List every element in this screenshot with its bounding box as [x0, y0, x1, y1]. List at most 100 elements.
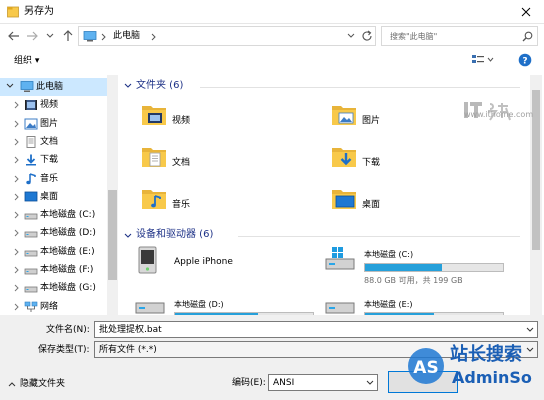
- sidebar-item[interactable]: 桌面: [0, 188, 118, 206]
- title-bar: 另存为: [0, 0, 544, 24]
- adminso-watermark: AS 站长搜索 AdminSo: [406, 336, 544, 400]
- sidebar-item[interactable]: 文档: [0, 133, 118, 151]
- device-item[interactable]: 本地磁盘 (C:) 88.0 GB 可用，共 199 GB: [324, 245, 514, 291]
- network-icon: [24, 301, 38, 313]
- chevron-right-icon[interactable]: [14, 211, 19, 219]
- adminso-logo: AS: [406, 346, 446, 386]
- drive-icon: [24, 227, 38, 239]
- devices-group-header[interactable]: 设备和驱动器 (6): [136, 228, 213, 242]
- chevron-right-icon[interactable]: [14, 138, 19, 146]
- chevron-up-icon: [8, 381, 16, 387]
- desktop-folder-icon: [330, 185, 358, 213]
- folder-label: 下载: [362, 158, 381, 168]
- sidebar-item-label: 网络: [40, 301, 59, 312]
- folder-label: 音乐: [172, 200, 191, 210]
- search-placeholder: 搜索"此电脑": [390, 32, 438, 41]
- content-scrollbar-thumb[interactable]: [532, 90, 540, 250]
- nav-scrollbar-thumb[interactable]: [108, 190, 117, 280]
- sidebar-item[interactable]: 本地磁盘 (G:): [0, 279, 118, 297]
- adminso-text-en: AdminSo: [452, 368, 532, 387]
- sidebar-item[interactable]: 图片: [0, 115, 118, 133]
- view-options-icon[interactable]: [472, 54, 494, 66]
- refresh-icon[interactable]: [361, 30, 373, 42]
- chevron-right-icon[interactable]: [14, 266, 19, 274]
- chevron-right-icon[interactable]: [14, 303, 19, 311]
- svg-text:AS: AS: [413, 358, 438, 378]
- video-folder-icon: [140, 101, 168, 129]
- address-dropdown-icon[interactable]: [347, 33, 355, 39]
- sidebar-item[interactable]: 视频: [0, 96, 118, 114]
- folder-item[interactable]: 视频: [140, 101, 320, 141]
- sidebar-item[interactable]: 本地磁盘 (E:): [0, 243, 118, 261]
- sidebar-item-label: 桌面: [40, 191, 59, 202]
- sidebar-item[interactable]: 此电脑: [0, 78, 118, 96]
- forward-button[interactable]: [24, 27, 40, 45]
- pictures-folder-icon: [24, 118, 38, 130]
- filename-label: 文件名(N):: [46, 325, 90, 335]
- organize-button[interactable]: 组织 ▾: [14, 55, 39, 67]
- device-item[interactable]: 本地磁盘 (E:): [324, 291, 514, 315]
- group-divider: [200, 87, 520, 88]
- group-collapse-chevron-icon[interactable]: [124, 233, 132, 239]
- folders-group-header[interactable]: 文件夹 (6): [136, 79, 183, 93]
- sidebar-item-label: 本地磁盘 (G:): [40, 283, 96, 294]
- toolbar: 组织 ▾ ?: [0, 48, 544, 74]
- sidebar-item[interactable]: 音乐: [0, 170, 118, 188]
- sidebar-item[interactable]: 下载: [0, 151, 118, 169]
- folder-item[interactable]: 文档: [140, 143, 320, 183]
- breadcrumb[interactable]: 此电脑: [113, 30, 140, 42]
- close-button[interactable]: [514, 2, 538, 22]
- encoding-select[interactable]: ANSI: [268, 374, 378, 391]
- address-row: 此电脑 搜索"此电脑": [0, 24, 544, 48]
- chevron-down-icon[interactable]: [526, 327, 534, 333]
- encoding-label: 编码(E):: [232, 378, 266, 388]
- chevron-right-icon[interactable]: [14, 248, 19, 256]
- chevron-right-icon[interactable]: [14, 101, 19, 109]
- sidebar-item[interactable]: 本地磁盘 (D:): [0, 224, 118, 242]
- device-item[interactable]: 本地磁盘 (D:): [134, 291, 324, 315]
- drive-icon: [24, 282, 38, 294]
- address-bar[interactable]: 此电脑: [78, 26, 376, 46]
- up-button[interactable]: [60, 27, 76, 45]
- filename-value: 批处理提权.bat: [99, 325, 162, 335]
- chevron-down-icon[interactable]: [366, 380, 374, 386]
- system-drive-icon: [324, 245, 356, 273]
- device-item[interactable]: Apple iPhone: [134, 245, 324, 291]
- folder-label: 图片: [362, 116, 381, 126]
- chevron-right-icon[interactable]: [14, 193, 19, 201]
- breadcrumb-chevron-icon[interactable]: [101, 33, 106, 41]
- save-as-icon: [7, 6, 19, 18]
- sidebar-item[interactable]: 网络: [0, 298, 118, 315]
- search-input[interactable]: 搜索"此电脑": [381, 26, 538, 46]
- back-button[interactable]: [6, 27, 22, 45]
- chevron-right-icon[interactable]: [14, 284, 19, 292]
- help-icon[interactable]: ?: [518, 53, 532, 67]
- folder-item[interactable]: 下载: [330, 143, 510, 183]
- free-space-text: 88.0 GB 可用，共 199 GB: [364, 276, 463, 285]
- filetype-value: 所有文件 (*.*): [99, 345, 157, 355]
- chevron-right-icon[interactable]: [14, 175, 19, 183]
- chevron-down-icon[interactable]: [6, 83, 14, 89]
- breadcrumb-chevron-icon[interactable]: [151, 33, 156, 41]
- search-icon[interactable]: [522, 31, 533, 42]
- group-collapse-chevron-icon[interactable]: [124, 83, 132, 89]
- sidebar-item[interactable]: 本地磁盘 (F:): [0, 261, 118, 279]
- folder-item[interactable]: 音乐: [140, 185, 320, 225]
- chevron-right-icon[interactable]: [14, 120, 19, 128]
- folder-item[interactable]: 桌面: [330, 185, 510, 225]
- recent-locations-chevron-icon[interactable]: [42, 27, 58, 45]
- adminso-text-cn: 站长搜索: [450, 344, 522, 365]
- capacity-bar: [364, 263, 504, 272]
- chevron-right-icon[interactable]: [14, 229, 19, 237]
- sidebar-item[interactable]: 本地磁盘 (C:): [0, 206, 118, 224]
- drive-icon: [24, 209, 38, 221]
- phone-device-icon: [134, 245, 162, 277]
- capacity-bar-fill: [365, 264, 443, 271]
- group-divider: [238, 236, 520, 237]
- chevron-right-icon[interactable]: [14, 156, 19, 164]
- documents-folder-icon: [140, 143, 168, 171]
- pictures-folder-icon: [330, 101, 358, 129]
- sidebar-item-label: 文档: [40, 136, 59, 147]
- sidebar-item-label: 视频: [40, 100, 59, 111]
- desktop-folder-icon: [24, 191, 38, 203]
